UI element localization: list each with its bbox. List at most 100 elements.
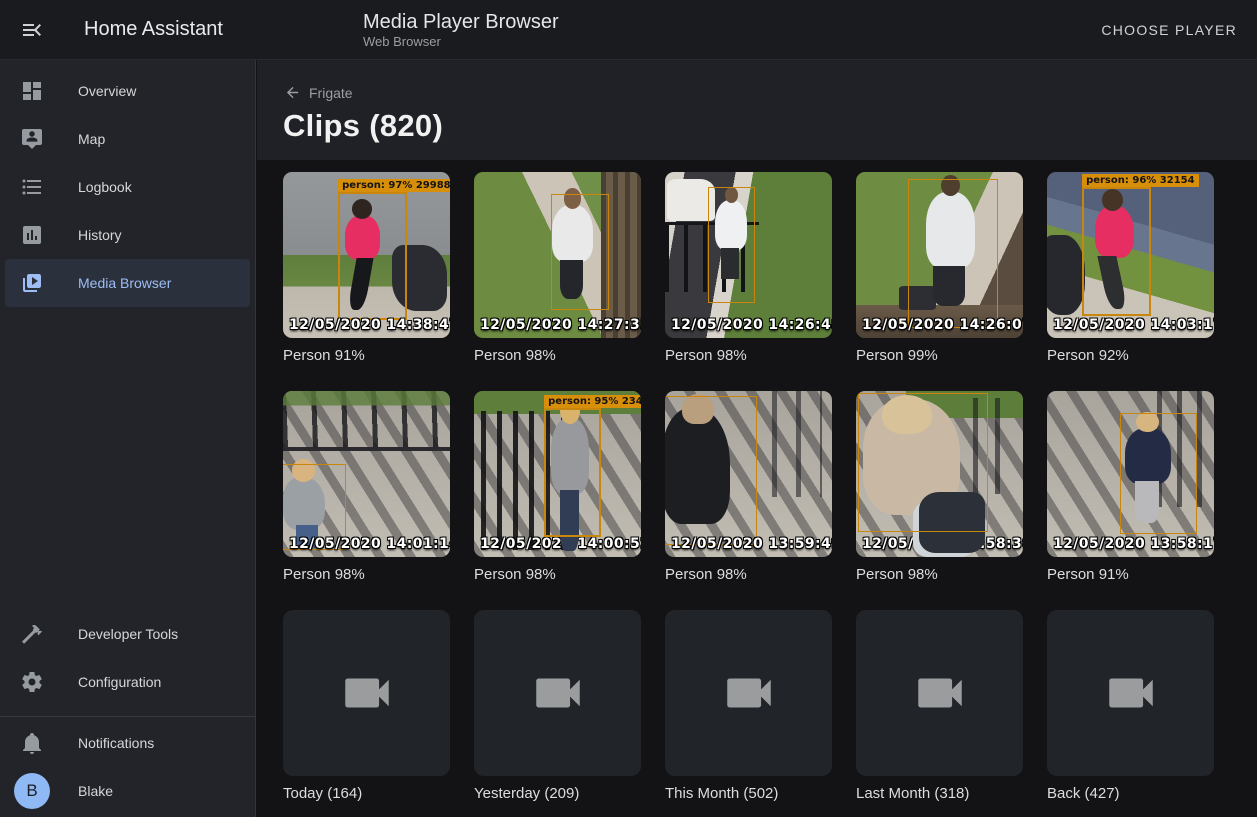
clip-title: Person 91% bbox=[1047, 565, 1214, 584]
clip-thumbnail[interactable]: person: 97% 29988 12/05/2020 14:38:47 bbox=[283, 172, 450, 338]
sidebar-item-label: Blake bbox=[78, 783, 113, 799]
sidebar-item-configuration[interactable]: Configuration bbox=[5, 658, 250, 706]
folder-thumbnail[interactable] bbox=[474, 610, 641, 776]
arrow-left-icon bbox=[284, 84, 301, 101]
clip-title: Person 92% bbox=[1047, 346, 1214, 365]
detection-label: person: 97% 29988 bbox=[338, 179, 450, 192]
sidebar-spacer bbox=[0, 307, 255, 603]
folder-item[interactable]: Today (164) bbox=[283, 610, 450, 803]
detection-box: person: 96% 32154 bbox=[1082, 187, 1150, 316]
top-app-bar: Home Assistant Media Player Browser Web … bbox=[0, 0, 1257, 60]
sidebar-item-label: Media Browser bbox=[78, 275, 171, 291]
detection-box: person: 95% 23432 bbox=[544, 408, 601, 537]
folder-item[interactable]: Yesterday (209) bbox=[474, 610, 641, 803]
clip-item[interactable]: 12/05/2020 14:27:35 Person 98% bbox=[474, 172, 641, 365]
sidebar-item-label: History bbox=[78, 227, 122, 243]
sidebar-item-developer-tools[interactable]: Developer Tools bbox=[5, 610, 250, 658]
detection-label: person: 96% 32154 bbox=[1082, 174, 1199, 187]
clip-thumbnail[interactable]: 12/05/2020 14:01:14 bbox=[283, 391, 450, 557]
folder-thumbnail[interactable] bbox=[283, 610, 450, 776]
sidebar-nav: Overview Map Logbook History bbox=[0, 60, 255, 307]
media-play-icon bbox=[20, 271, 44, 295]
timestamp-overlay: 12/05/2020 14:26:48 bbox=[671, 317, 832, 333]
sidebar-item-label: Developer Tools bbox=[78, 626, 178, 642]
clip-item[interactable]: person: 95% 23432 12/05/2020 14:00:52 Pe… bbox=[474, 391, 641, 584]
detection-label: person: 95% 23432 bbox=[544, 395, 641, 408]
sidebar-item-overview[interactable]: Overview bbox=[5, 67, 250, 115]
clip-title: Person 98% bbox=[665, 346, 832, 365]
folder-item[interactable]: Back (427) bbox=[1047, 610, 1214, 803]
clip-item[interactable]: 12/05/2020 14:26:07 Person 99% bbox=[856, 172, 1023, 365]
clip-item[interactable]: 12/05/2020 14:26:48 Person 98% bbox=[665, 172, 832, 365]
clip-item[interactable]: person: 96% 32154 12/05/2020 14:03:17 Pe… bbox=[1047, 172, 1214, 365]
clip-thumbnail[interactable]: 12/05/2020 14:26:48 bbox=[665, 172, 832, 338]
sidebar-item-notifications[interactable]: Notifications bbox=[5, 719, 250, 767]
detection-box bbox=[665, 396, 757, 545]
clip-item[interactable]: person: 97% 29988 12/05/2020 14:38:47 Pe… bbox=[283, 172, 450, 365]
sidebar: Overview Map Logbook History bbox=[0, 60, 256, 817]
scene-object bbox=[772, 391, 822, 497]
gear-icon bbox=[20, 670, 44, 694]
page-title: Media Player Browser bbox=[363, 10, 559, 34]
folder-item[interactable]: This Month (502) bbox=[665, 610, 832, 803]
clip-thumbnail[interactable]: 12/05/2020 13:59:49 bbox=[665, 391, 832, 557]
dashboard-icon bbox=[20, 79, 44, 103]
timestamp-overlay: 12/05/2020 14:01:14 bbox=[289, 536, 450, 552]
clip-thumbnail[interactable]: 12/05/2020 13:58:17 bbox=[1047, 391, 1214, 557]
sidebar-item-label: Overview bbox=[78, 83, 136, 99]
sidebar-item-label: Logbook bbox=[78, 179, 132, 195]
breadcrumb[interactable]: Frigate bbox=[284, 84, 353, 101]
folder-thumbnail[interactable] bbox=[856, 610, 1023, 776]
map-person-icon bbox=[20, 127, 44, 151]
clip-thumbnail[interactable]: person: 96% 32154 12/05/2020 14:03:17 bbox=[1047, 172, 1214, 338]
sidebar-item-label: Configuration bbox=[78, 674, 161, 690]
choose-player-button[interactable]: CHOOSE PLAYER bbox=[1095, 14, 1243, 46]
sidebar-item-media-browser[interactable]: Media Browser bbox=[5, 259, 250, 307]
section-title: Clips (820) bbox=[283, 108, 443, 144]
clip-item[interactable]: 12/05/2020 13:58:30 Person 98% bbox=[856, 391, 1023, 584]
page-heading: Media Player Browser Web Browser bbox=[363, 10, 559, 50]
scene-object bbox=[283, 391, 450, 451]
sidebar-item-user[interactable]: B Blake bbox=[5, 767, 250, 815]
sidebar-item-label: Map bbox=[78, 131, 105, 147]
clip-thumbnail[interactable]: person: 95% 23432 12/05/2020 14:00:52 bbox=[474, 391, 641, 557]
clip-thumbnail[interactable]: 12/05/2020 14:26:07 bbox=[856, 172, 1023, 338]
breadcrumb-label: Frigate bbox=[309, 85, 353, 101]
timestamp-overlay: 12/05/2020 14:38:47 bbox=[289, 317, 450, 333]
clip-thumbnail[interactable]: 12/05/2020 13:58:30 bbox=[856, 391, 1023, 557]
detection-box bbox=[858, 393, 988, 532]
clip-thumbnail[interactable]: 12/05/2020 14:27:35 bbox=[474, 172, 641, 338]
list-icon bbox=[20, 175, 44, 199]
menu-open-icon[interactable] bbox=[20, 18, 44, 42]
detection-box: person: 97% 29988 bbox=[338, 192, 406, 320]
clip-title: Person 91% bbox=[283, 346, 450, 365]
detection-box bbox=[1120, 413, 1197, 534]
sidebar-divider bbox=[0, 716, 255, 717]
page-subtitle: Web Browser bbox=[363, 34, 559, 50]
bell-icon bbox=[20, 731, 44, 755]
sidebar-item-label: Notifications bbox=[78, 735, 154, 751]
home-assistant-app: Home Assistant Media Player Browser Web … bbox=[0, 0, 1257, 817]
folder-thumbnail[interactable] bbox=[665, 610, 832, 776]
folder-item[interactable]: Last Month (318) bbox=[856, 610, 1023, 803]
sidebar-item-history[interactable]: History bbox=[5, 211, 250, 259]
sidebar-item-logbook[interactable]: Logbook bbox=[5, 163, 250, 211]
timestamp-overlay: 12/05/2020 14:03:17 bbox=[1053, 317, 1214, 333]
folder-thumbnail[interactable] bbox=[1047, 610, 1214, 776]
folder-title: Yesterday (209) bbox=[474, 784, 641, 803]
video-camera-icon bbox=[720, 664, 778, 722]
clip-item[interactable]: 12/05/2020 13:59:49 Person 98% bbox=[665, 391, 832, 584]
video-camera-icon bbox=[911, 664, 969, 722]
clip-title: Person 98% bbox=[283, 565, 450, 584]
clip-item[interactable]: 12/05/2020 13:58:17 Person 91% bbox=[1047, 391, 1214, 584]
folder-title: Back (427) bbox=[1047, 784, 1214, 803]
folder-title: This Month (502) bbox=[665, 784, 832, 803]
video-camera-icon bbox=[1102, 664, 1160, 722]
timestamp-overlay: 12/05/2020 14:26:07 bbox=[862, 317, 1023, 333]
sidebar-tools: Developer Tools Configuration Notificati… bbox=[0, 603, 255, 815]
clip-title: Person 98% bbox=[665, 565, 832, 584]
clip-item[interactable]: 12/05/2020 14:01:14 Person 98% bbox=[283, 391, 450, 584]
folder-title: Last Month (318) bbox=[856, 784, 1023, 803]
sidebar-item-map[interactable]: Map bbox=[5, 115, 250, 163]
timestamp-overlay: 12/05/2020 13:58:17 bbox=[1053, 536, 1214, 552]
